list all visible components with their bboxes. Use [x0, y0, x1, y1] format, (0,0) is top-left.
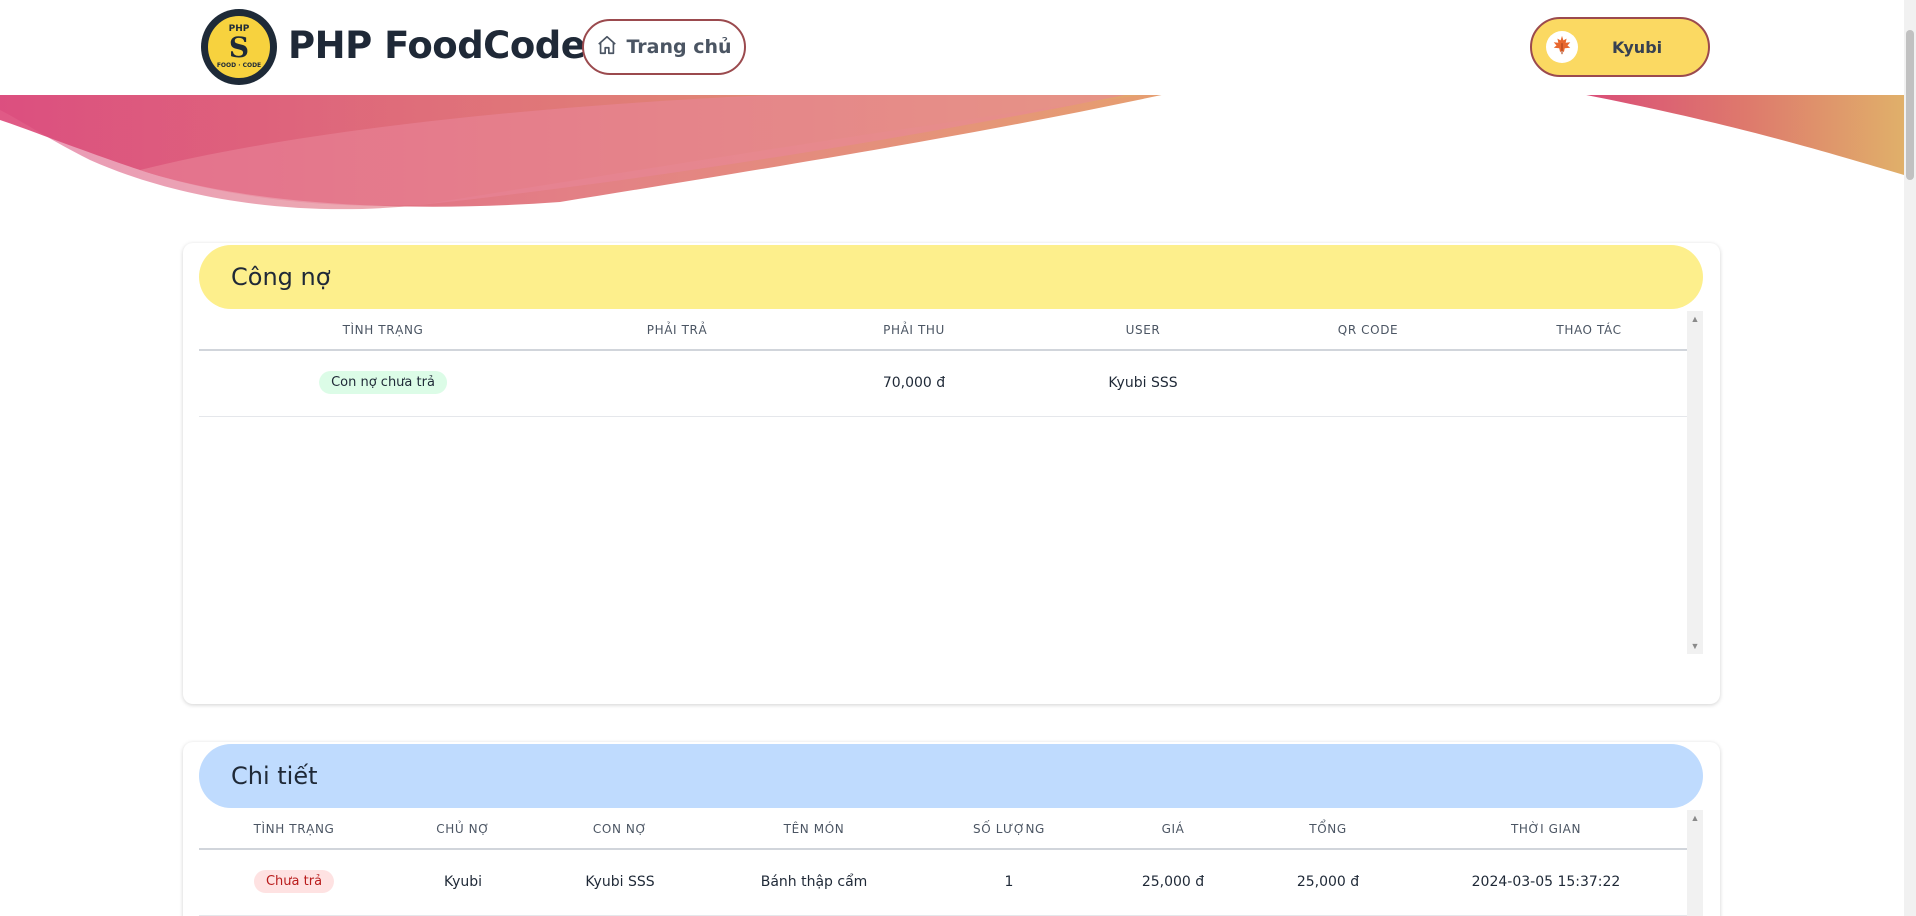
cell-price: 25,000 đ [1141, 874, 1205, 890]
detail-table-scrollbar[interactable]: ▲ [1687, 810, 1703, 916]
column-header-actions[interactable]: THAO TÁC [1556, 323, 1621, 337]
page-scrollbar[interactable] [1904, 0, 1916, 916]
column-header-quantity[interactable]: SỐ LƯỢNG [973, 822, 1045, 836]
page: PHP S FOOD · CODE PHP FoodCode Trang chủ [0, 0, 1916, 916]
debt-table: TÌNH TRẠNG PHẢI TRẢ PHẢI THU USER QR COD… [199, 309, 1687, 417]
logo-badge: PHP S FOOD · CODE [206, 14, 272, 80]
column-header-creditor[interactable]: CHỦ NỢ [436, 822, 490, 836]
column-header-total[interactable]: TỔNG [1309, 822, 1346, 836]
user-menu-button[interactable]: Kyubi [1530, 17, 1710, 77]
column-header-qr-code[interactable]: QR CODE [1338, 323, 1398, 337]
cell-creditor: Kyubi [443, 874, 483, 890]
column-header-debtor[interactable]: CON NỢ [593, 822, 647, 836]
logo-bottom-text: FOOD · CODE [216, 62, 262, 69]
scroll-up-arrow-icon[interactable]: ▲ [1690, 813, 1700, 823]
status-badge: Chưa trả [253, 870, 335, 893]
column-header-must-pay[interactable]: PHẢI TRẢ [647, 323, 708, 337]
cell-user: Kyubi SSS [1108, 375, 1178, 391]
home-button-label: Trang chủ [626, 36, 732, 58]
table-row[interactable]: Chưa trả Kyubi Kyubi SSS Bánh thập cẩm 1… [199, 850, 1687, 916]
app-logo[interactable]: PHP S FOOD · CODE [201, 9, 277, 85]
column-header-price[interactable]: GIÁ [1162, 822, 1185, 836]
user-avatar [1546, 31, 1578, 63]
status-badge: Con nợ chưa trả [319, 371, 447, 394]
top-navigation-bar: PHP S FOOD · CODE PHP FoodCode Trang chủ [0, 0, 1904, 95]
cell-total: 25,000 đ [1296, 874, 1360, 890]
column-header-time[interactable]: THỜI GIAN [1511, 822, 1581, 836]
scroll-up-arrow-icon[interactable]: ▲ [1690, 314, 1700, 324]
cell-receivable: 70,000 đ [882, 375, 946, 391]
debt-table-header-row: TÌNH TRẠNG PHẢI TRẢ PHẢI THU USER QR COD… [199, 309, 1687, 351]
debt-card-header: Công nợ [199, 245, 1703, 309]
detail-table: TÌNH TRẠNG CHỦ NỢ CON NỢ TÊN MÓN SỐ LƯỢN… [199, 808, 1687, 916]
cell-dish: Bánh thập cẩm [760, 874, 868, 890]
table-row[interactable]: Con nợ chưa trả 70,000 đ Kyubi SSS [199, 351, 1687, 417]
brand-name[interactable]: PHP FoodCode [288, 24, 586, 67]
home-button[interactable]: Trang chủ [582, 19, 746, 75]
column-header-status[interactable]: TÌNH TRẠNG [254, 822, 335, 836]
maple-leaf-icon [1551, 34, 1573, 61]
debt-card: Công nợ TÌNH TRẠNG PHẢI TRẢ PHẢI THU USE… [183, 243, 1720, 704]
user-name: Kyubi [1612, 38, 1663, 57]
cell-time: 2024-03-05 15:37:22 [1471, 874, 1621, 890]
debt-card-title: Công nợ [231, 263, 331, 291]
detail-card: Chi tiết TÌNH TRẠNG CHỦ NỢ CON NỢ TÊN MÓ… [183, 742, 1720, 916]
cell-debtor: Kyubi SSS [585, 874, 655, 890]
column-header-status[interactable]: TÌNH TRẠNG [343, 323, 424, 337]
detail-table-header-row: TÌNH TRẠNG CHỦ NỢ CON NỢ TÊN MÓN SỐ LƯỢN… [199, 808, 1687, 850]
header-wave-decoration [0, 90, 1904, 210]
detail-card-header: Chi tiết [199, 744, 1703, 808]
column-header-user[interactable]: USER [1126, 323, 1161, 337]
detail-card-title: Chi tiết [231, 762, 318, 790]
page-scrollbar-thumb[interactable] [1906, 30, 1914, 180]
debt-table-scrollbar[interactable]: ▲ ▼ [1687, 311, 1703, 654]
cell-quantity: 1 [1004, 874, 1014, 890]
scroll-down-arrow-icon[interactable]: ▼ [1690, 641, 1700, 651]
column-header-dish[interactable]: TÊN MÓN [784, 822, 845, 836]
column-header-receivable[interactable]: PHẢI THU [883, 323, 945, 337]
logo-mark: S [228, 31, 250, 64]
home-icon [596, 34, 618, 61]
